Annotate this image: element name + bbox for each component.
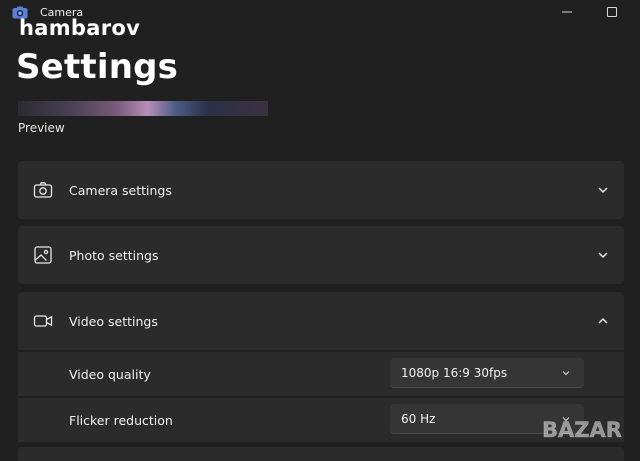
video-settings-label: Video settings xyxy=(69,313,158,329)
video-camera-icon xyxy=(33,315,53,327)
chevron-down-icon[interactable] xyxy=(596,183,610,197)
chevron-down-icon[interactable] xyxy=(596,248,610,262)
bazar-watermark-logo: BAZAR xyxy=(542,418,622,443)
video-quality-row: Video quality 1080p 16:9 30fps xyxy=(18,352,624,396)
chevron-down-icon xyxy=(562,371,570,376)
photo-settings-card[interactable]: Photo settings xyxy=(18,226,624,284)
video-quality-value: 1080p 16:9 30fps xyxy=(401,366,508,380)
flicker-reduction-label: Flicker reduction xyxy=(69,413,173,428)
minimize-button[interactable] xyxy=(554,2,580,22)
next-settings-card[interactable] xyxy=(18,447,624,461)
camera-settings-card[interactable]: Camera settings xyxy=(18,161,624,219)
video-quality-label: Video quality xyxy=(69,367,151,382)
video-quality-dropdown[interactable]: 1080p 16:9 30fps xyxy=(390,358,584,388)
preview-label: Preview xyxy=(18,121,65,135)
maximize-icon xyxy=(607,7,617,17)
minimize-icon xyxy=(562,11,572,13)
camera-icon xyxy=(33,182,53,198)
camera-settings-label: Camera settings xyxy=(69,182,172,198)
chevron-up-icon[interactable] xyxy=(596,314,610,328)
svg-text:BAZAR: BAZAR xyxy=(542,418,622,442)
flicker-reduction-value: 60 Hz xyxy=(401,412,436,426)
photo-icon xyxy=(34,246,52,264)
watermark-text: hambarov xyxy=(19,16,141,40)
page-title: Settings xyxy=(16,47,179,87)
photo-settings-label: Photo settings xyxy=(69,247,159,263)
preview-image xyxy=(18,101,268,116)
maximize-button[interactable] xyxy=(599,2,625,22)
video-settings-card[interactable]: Video settings xyxy=(18,292,624,350)
